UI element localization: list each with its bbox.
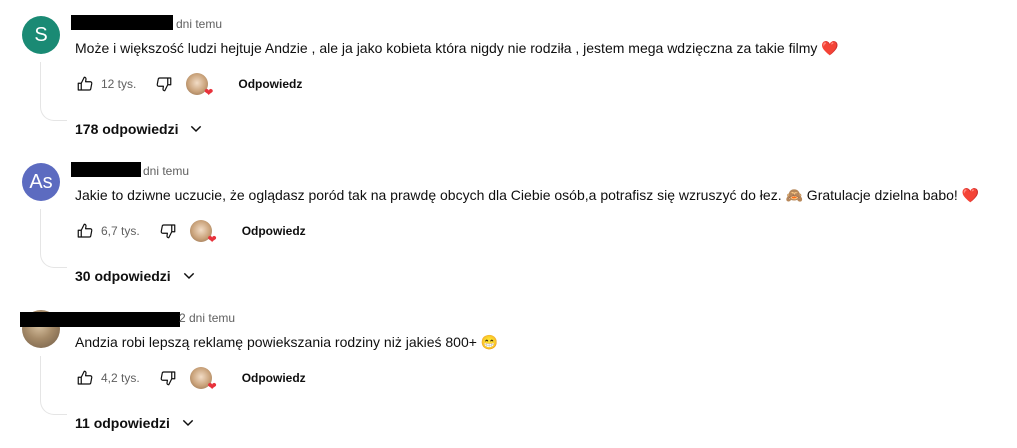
replies-count: 178 odpowiedzi [75, 121, 179, 137]
comment-body: Może i większość ludzi hejtuje Andzie , … [75, 40, 818, 56]
comment-text: Andzia robi lepszą reklamę powiekszania … [75, 334, 498, 351]
view-replies-button[interactable]: 178 odpowiedzi [75, 121, 204, 137]
like-count: 4,2 tys. [101, 371, 140, 385]
thumb-up-icon[interactable] [75, 221, 95, 241]
reply-button[interactable]: Odpowiedz [238, 77, 302, 91]
author-name-redacted[interactable] [20, 312, 180, 327]
thumb-up-icon[interactable] [75, 74, 95, 94]
thumb-down-icon[interactable] [158, 221, 178, 241]
reply-button[interactable]: Odpowiedz [242, 371, 306, 385]
comment-text: Jakie to dziwne uczucie, że oglądasz por… [75, 187, 979, 204]
thread-connector [40, 62, 67, 121]
thread-connector [40, 356, 67, 415]
comment: As dni temu Jakie to dziwne uczucie, że … [0, 147, 1017, 293]
heart-icon: ❤ [207, 234, 217, 246]
heart-icon: ❤ [207, 381, 217, 393]
avatar[interactable]: S [22, 16, 60, 54]
comment-actions: 12 tys. ❤ Odpowiedz [75, 70, 302, 99]
thumb-up-icon[interactable] [75, 368, 95, 388]
view-replies-button[interactable]: 11 odpowiedzi [75, 415, 196, 431]
like-count: 6,7 tys. [101, 224, 140, 238]
author-name-redacted[interactable] [71, 15, 173, 30]
chevron-down-icon [191, 125, 202, 133]
comment-actions: 6,7 tys. ❤ Odpowiedz [75, 217, 306, 246]
creator-heart-avatar: ❤ [186, 73, 213, 99]
comment: S dni temu Może i większość ludzi hejtuj… [0, 0, 1017, 146]
creator-heart-avatar: ❤ [189, 220, 217, 246]
comment-body: Jakie to dziwne uczucie, że oglądasz por… [75, 187, 958, 203]
replies-count: 11 odpowiedzi [75, 415, 170, 431]
like-count: 12 tys. [101, 77, 137, 91]
heart-emoji: ❤️ [961, 187, 980, 203]
comment-timestamp[interactable]: dni temu [176, 17, 222, 31]
heart-icon: ❤ [204, 87, 214, 99]
comment-body: Andzia robi lepszą reklamę powiekszania … [75, 334, 477, 350]
chevron-down-icon [182, 419, 194, 427]
view-replies-button[interactable]: 30 odpowiedzi [75, 268, 197, 284]
comment-timestamp[interactable]: 2 dni temu [179, 311, 235, 325]
avatar[interactable]: As [22, 163, 60, 201]
comment-actions: 4,2 tys. ❤ Odpowiedz [75, 364, 306, 393]
thread-connector [40, 209, 67, 268]
comment-timestamp[interactable]: dni temu [143, 164, 189, 178]
grin-emoji: 😁 [480, 334, 499, 350]
thumb-down-icon[interactable] [154, 74, 174, 94]
author-name-redacted[interactable] [71, 162, 141, 177]
creator-heart-avatar: ❤ [189, 367, 217, 393]
reply-button[interactable]: Odpowiedz [242, 224, 306, 238]
comment: 2 dni temu Andzia robi lepszą reklamę po… [0, 294, 1017, 440]
comment-text: Może i większość ludzi hejtuje Andzie , … [75, 40, 839, 57]
thumb-down-icon[interactable] [158, 368, 178, 388]
chevron-down-icon [183, 272, 194, 280]
replies-count: 30 odpowiedzi [75, 268, 171, 284]
heart-emoji: ❤️ [821, 40, 839, 56]
